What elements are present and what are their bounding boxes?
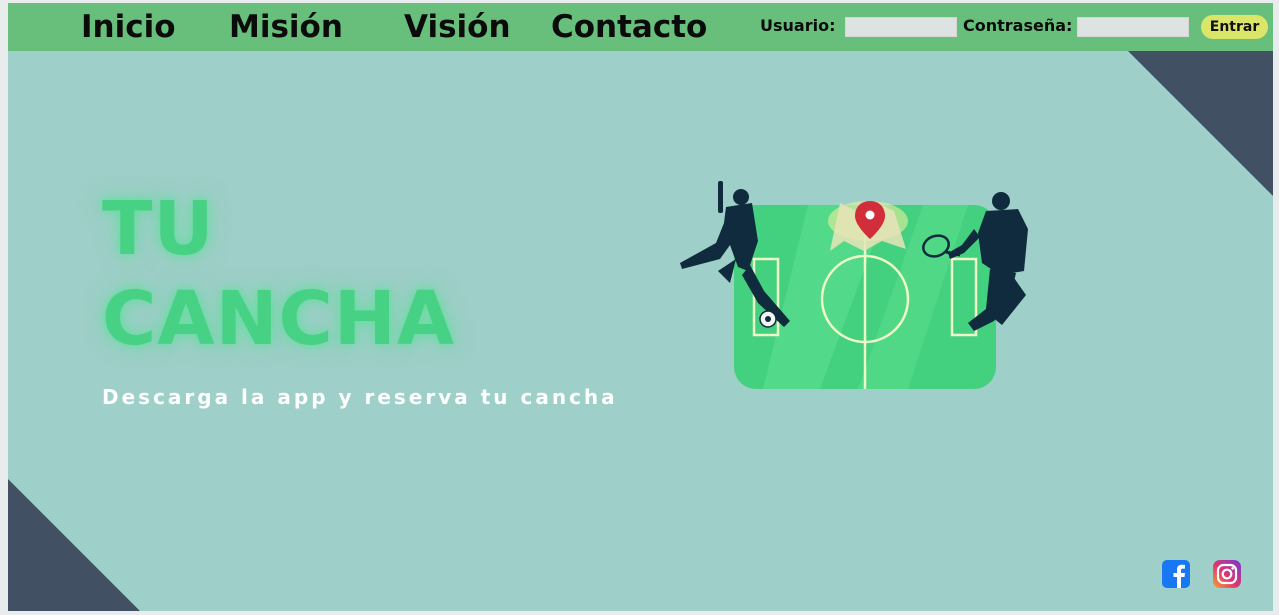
- username-input[interactable]: [845, 17, 957, 37]
- nav-link-vision[interactable]: Visión: [404, 5, 511, 49]
- page-frame: Inicio Misión Visión Contacto Usuario: C…: [8, 3, 1273, 611]
- hero-illustration: [680, 181, 1028, 389]
- instagram-icon[interactable]: [1213, 560, 1241, 588]
- password-input[interactable]: [1077, 17, 1189, 37]
- brand-title-line-1: TU: [102, 186, 215, 272]
- corner-triangle-top-right: [1128, 51, 1273, 196]
- login-submit-button[interactable]: Entrar: [1201, 15, 1268, 39]
- nav-link-inicio[interactable]: Inicio: [81, 5, 176, 49]
- facebook-icon[interactable]: [1162, 560, 1190, 588]
- ball-icon: [759, 310, 777, 328]
- map-pin-icon: [828, 201, 908, 251]
- corner-triangle-bottom-left: [8, 479, 140, 611]
- top-navbar: Inicio Misión Visión Contacto Usuario: C…: [8, 3, 1273, 51]
- username-label: Usuario:: [760, 16, 836, 35]
- password-label: Contraseña:: [963, 16, 1073, 35]
- brand-title-line-2: CANCHA: [102, 276, 456, 362]
- nav-link-contacto[interactable]: Contacto: [551, 5, 707, 49]
- nav-link-mision[interactable]: Misión: [229, 5, 343, 49]
- hero-tagline: Descarga la app y reserva tu cancha: [102, 385, 618, 409]
